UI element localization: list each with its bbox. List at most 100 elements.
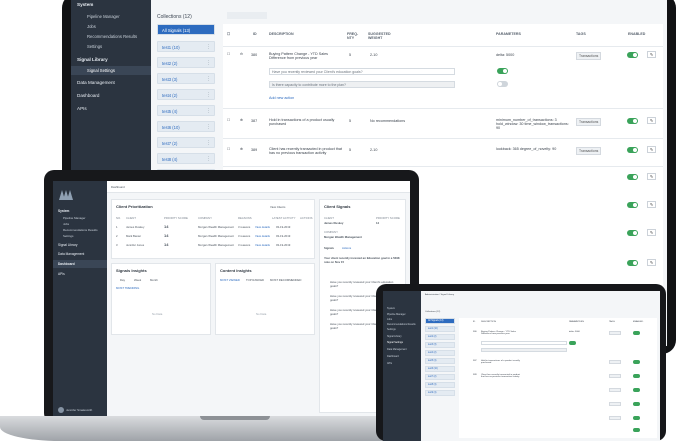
sidebar-item-jobs[interactable]: Jobs — [63, 222, 69, 226]
tab-month[interactable]: Month — [150, 278, 158, 282]
collection-item[interactable]: test2 (2) — [425, 334, 455, 340]
collection-item[interactable]: test4 (2) — [425, 350, 455, 356]
sidebar-item-dashboard[interactable]: Dashboard — [77, 93, 99, 98]
tab-signals[interactable]: Signals — [324, 246, 334, 250]
sidebar-item-recommendations[interactable]: Recommendations Results — [63, 228, 98, 232]
collection-item[interactable]: test9 (4) — [425, 390, 455, 396]
action-toggle[interactable] — [569, 341, 576, 345]
action-question-input[interactable]: Is there capacity to contribute more to … — [269, 81, 455, 88]
collection-item[interactable]: test4 (2) ⋮ — [157, 89, 215, 100]
collection-item[interactable]: test3 (3) — [425, 342, 455, 348]
enabled-toggle[interactable] — [633, 331, 640, 335]
sidebar-group-signal-library[interactable]: Signal Library — [58, 243, 78, 247]
collection-item[interactable]: test5 (4) — [425, 358, 455, 364]
enabled-toggle[interactable] — [627, 230, 638, 236]
expand-icon[interactable]: ⊕ — [240, 147, 243, 151]
edit-icon[interactable]: ✎ — [647, 201, 656, 208]
collection-item[interactable]: test7 (2) — [425, 374, 455, 380]
sidebar-item-pipeline[interactable]: Pipeline Manager — [87, 14, 120, 19]
tab-most-recommended[interactable]: MOST RECOMMENDED — [270, 278, 301, 282]
sidebar-item-apis[interactable]: APIs — [387, 362, 392, 365]
action-question-input[interactable] — [481, 348, 567, 352]
action-toggle[interactable] — [497, 68, 508, 74]
edit-icon[interactable]: ✎ — [647, 51, 656, 58]
enabled-toggle[interactable] — [627, 260, 638, 266]
collection-item[interactable]: All Signals (13) — [425, 318, 455, 324]
sidebar-item-pipeline[interactable]: Pipeline Manager — [387, 313, 406, 316]
user-name[interactable]: Jennifer Smalesmith — [66, 408, 92, 412]
row-checkbox[interactable]: ☐ — [227, 147, 230, 151]
client-name[interactable]: Mark Baxter — [126, 234, 141, 238]
client-name[interactable]: Jennifer Jones — [126, 243, 144, 247]
avatar[interactable] — [58, 407, 64, 413]
enabled-toggle[interactable] — [627, 52, 638, 58]
edit-icon[interactable]: ✎ — [647, 229, 656, 236]
edit-icon[interactable]: ✎ — [647, 146, 656, 153]
tab-most-viewed[interactable]: MOST VIEWED — [220, 278, 240, 282]
sidebar-item-jobs[interactable]: Jobs — [387, 318, 392, 321]
enabled-toggle[interactable] — [633, 374, 640, 378]
sidebar-group-system[interactable]: System — [58, 209, 69, 213]
row-checkbox[interactable]: ☐ — [227, 118, 230, 122]
tab-day[interactable]: Day — [120, 278, 125, 282]
action-toggle[interactable] — [497, 81, 508, 87]
sidebar-item-pipeline[interactable]: Pipeline Manager — [63, 216, 86, 220]
enabled-toggle[interactable] — [633, 416, 640, 420]
sidebar-group-system[interactable]: System — [387, 307, 395, 310]
collection-item[interactable]: test1 (10) — [425, 326, 455, 332]
expand-icon[interactable]: ⊖ — [240, 52, 243, 56]
collection-item[interactable]: test8 (4) — [425, 382, 455, 388]
collection-item[interactable]: test6 (10) — [425, 366, 455, 372]
search-input[interactable] — [227, 12, 267, 19]
sidebar-item-dashboard[interactable]: Dashboard — [58, 262, 75, 266]
view-details-link[interactable]: View details — [255, 225, 270, 229]
enabled-toggle[interactable] — [627, 118, 638, 124]
sidebar-item-data-management[interactable]: Data Management — [77, 80, 115, 85]
action-question-input[interactable]: Have you recently reviewed your Client's… — [269, 68, 455, 75]
sidebar-item-settings[interactable]: Settings — [87, 44, 102, 49]
expand-icon[interactable]: ⊕ — [240, 118, 243, 122]
view-details-link[interactable]: View details — [255, 243, 270, 247]
enabled-toggle[interactable] — [633, 402, 640, 406]
enabled-toggle[interactable] — [627, 147, 638, 153]
enabled-toggle[interactable] — [633, 360, 640, 364]
collection-item[interactable]: test2 (2) ⋮ — [157, 57, 215, 68]
sidebar-item-recommendations[interactable]: Recommendations Results — [87, 34, 137, 39]
view-details-link[interactable]: View details — [255, 234, 270, 238]
most-trending-tab[interactable]: MOST TRENDING — [116, 286, 139, 290]
collection-item[interactable]: test3 (3) ⋮ — [157, 73, 215, 84]
collection-item[interactable]: All Signals (13) — [157, 24, 215, 35]
sidebar-item-apis[interactable]: APIs — [58, 272, 65, 276]
enabled-toggle[interactable] — [633, 428, 640, 432]
enabled-toggle[interactable] — [633, 388, 640, 392]
collection-item[interactable]: test6 (10) ⋮ — [157, 121, 215, 132]
row-checkbox[interactable]: ☐ — [227, 52, 230, 56]
collection-item[interactable]: test1 (10) ⋮ — [157, 41, 215, 52]
sidebar-item-signal-settings[interactable]: Signal Settings — [387, 341, 403, 344]
edit-icon[interactable]: ✎ — [647, 173, 656, 180]
sidebar-item-data-management[interactable]: Data Management — [387, 348, 407, 351]
collection-item[interactable]: test8 (4) ⋮ — [157, 153, 215, 164]
sidebar-item-dashboard[interactable]: Dashboard — [387, 355, 399, 358]
sidebar-item-apis[interactable]: APIs — [77, 106, 87, 111]
action-question-input[interactable] — [481, 341, 567, 345]
sidebar-item-settings[interactable]: Settings — [63, 234, 73, 238]
tab-top-ranked[interactable]: TOP RANKED — [246, 278, 264, 282]
collection-item[interactable]: test5 (4) ⋮ — [157, 105, 215, 116]
edit-icon[interactable]: ✎ — [647, 259, 656, 266]
sidebar-group-signal-library[interactable]: Signal Library — [77, 57, 108, 62]
enabled-toggle[interactable] — [627, 202, 638, 208]
view-clients-dropdown[interactable]: View Clients — [270, 205, 285, 209]
tab-actions[interactable]: Actions — [342, 246, 351, 250]
sidebar-item-data-management[interactable]: Data Management — [58, 252, 84, 256]
add-action-link[interactable]: Add new action — [269, 96, 294, 100]
client-name[interactable]: James Ruskey — [126, 225, 144, 229]
edit-icon[interactable]: ✎ — [647, 117, 656, 124]
sidebar-group-signal-library[interactable]: Signal Library — [387, 335, 402, 338]
collection-item[interactable]: test7 (2) ⋮ — [157, 137, 215, 148]
enabled-toggle[interactable] — [627, 174, 638, 180]
sidebar-item-jobs[interactable]: Jobs — [87, 24, 96, 29]
sidebar-item-settings[interactable]: Settings — [387, 328, 396, 331]
tab-week[interactable]: Week — [134, 278, 141, 282]
sidebar-item-recommendations[interactable]: Recommendations Results — [387, 323, 416, 326]
